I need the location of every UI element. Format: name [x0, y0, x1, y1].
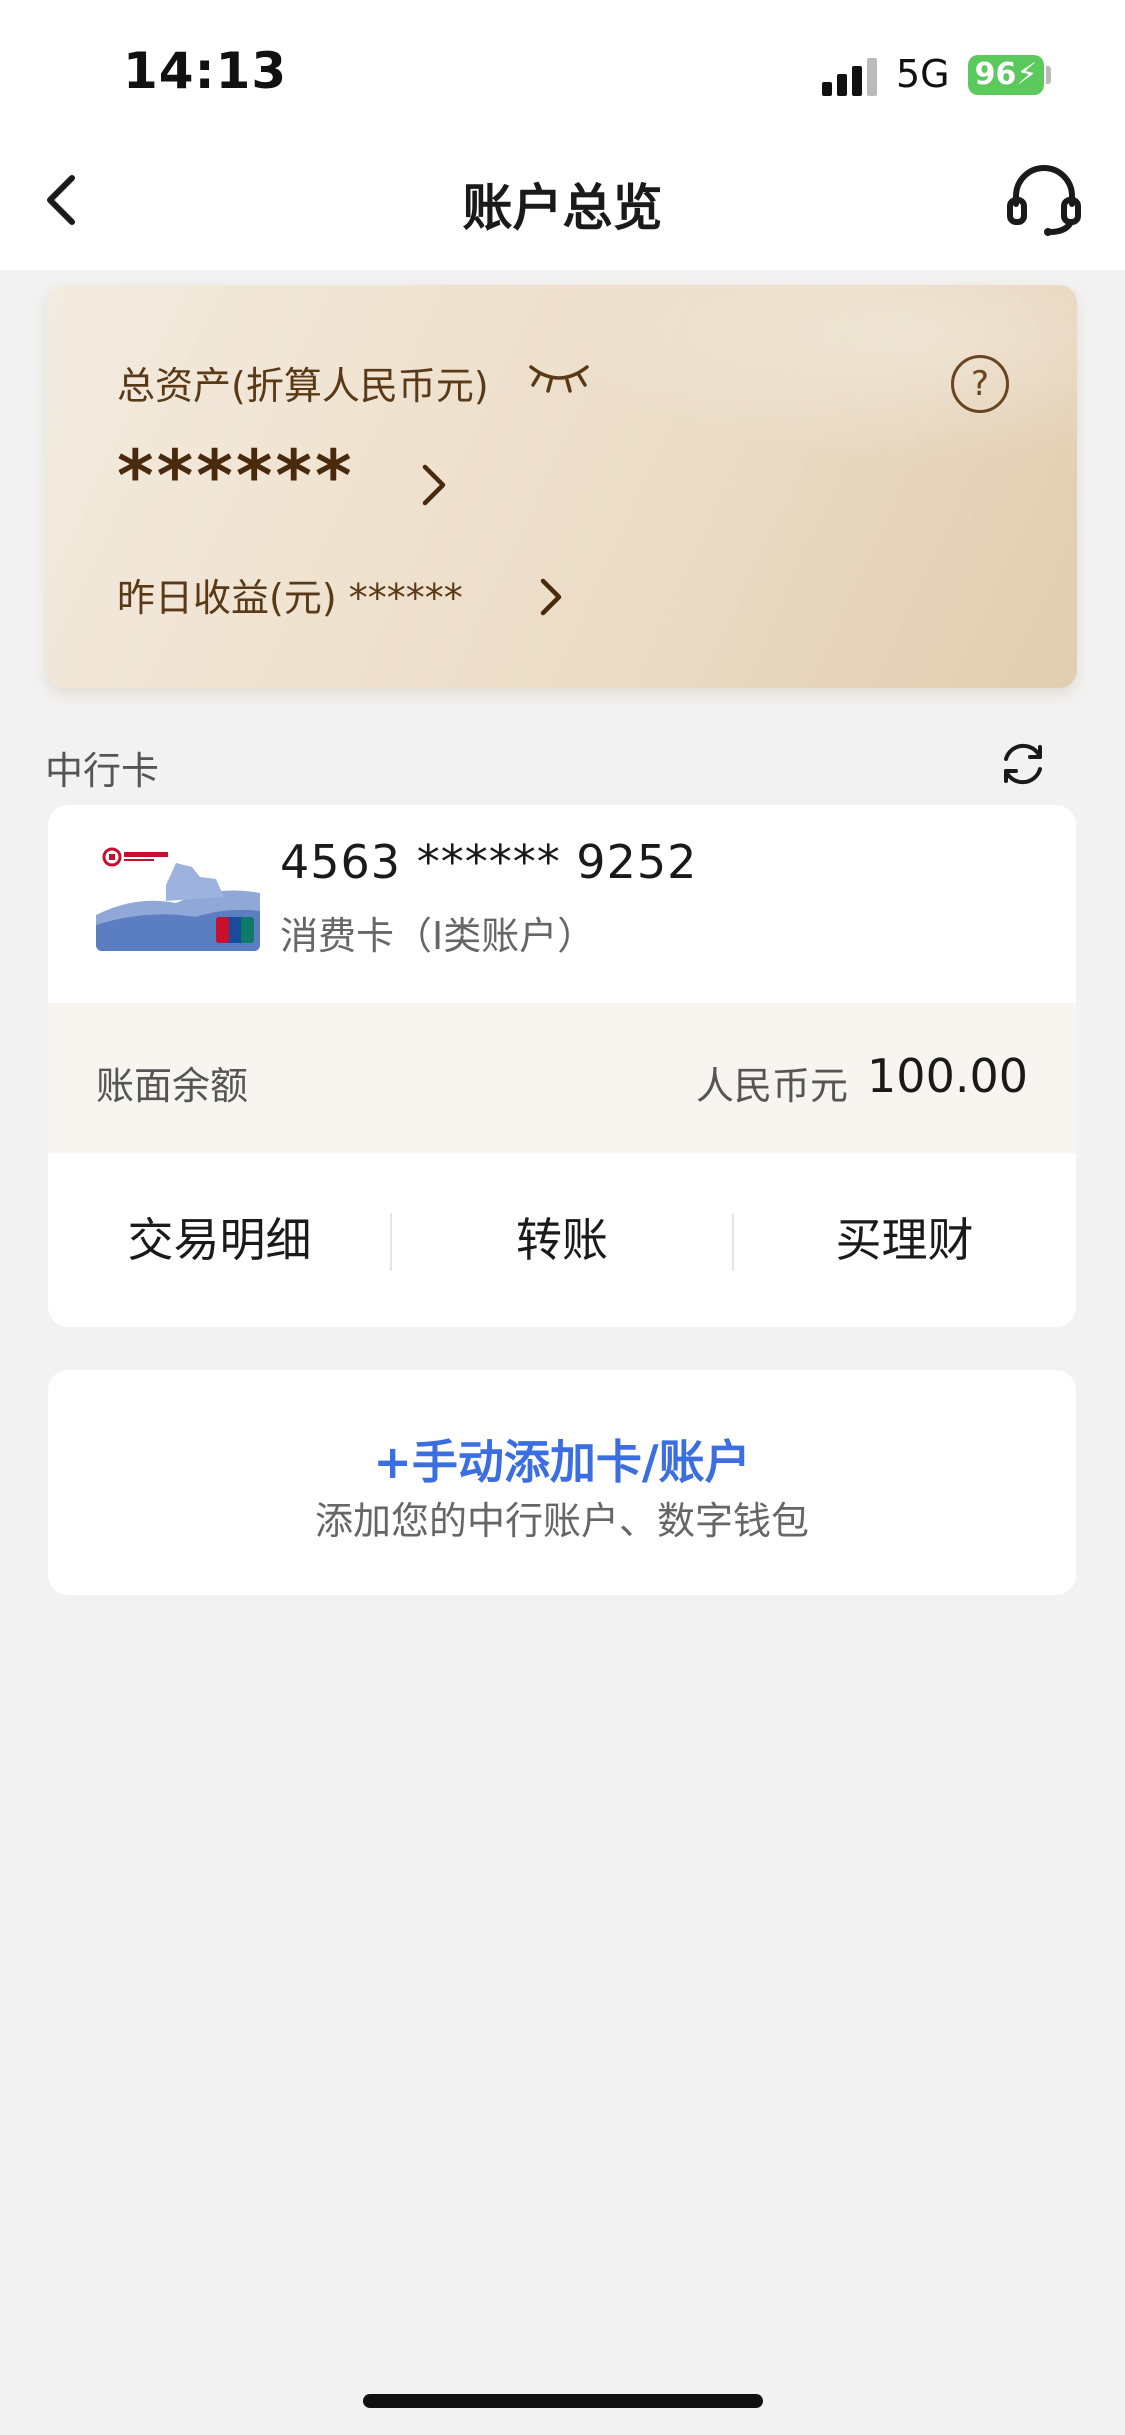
total-assets-label: 总资产(折算人民币元): [117, 364, 489, 408]
balance-label: 账面余额: [96, 1064, 249, 1108]
card-number: 4563 ****** 9252: [280, 835, 698, 889]
refresh-icon[interactable]: [996, 737, 1050, 791]
balance-currency: 人民币元: [696, 1064, 849, 1108]
card-type: 消费卡（I类账户）: [280, 914, 596, 958]
section-title-boc-cards: 中行卡: [45, 749, 160, 793]
yesterday-earnings-label: 昨日收益(元) ******: [117, 576, 463, 620]
network-type: 5G: [896, 52, 950, 96]
buy-wealth-management-button[interactable]: 买理财: [733, 1153, 1076, 1327]
status-time: 14:13: [123, 42, 288, 100]
home-indicator[interactable]: [363, 2394, 763, 2408]
add-card-title[interactable]: +手动添加卡/账户: [48, 1426, 1076, 1492]
battery-icon: 96⚡: [968, 55, 1044, 95]
total-assets-value: ******: [117, 435, 355, 517]
add-card-panel[interactable]: +手动添加卡/账户 添加您的中行账户、数字钱包: [48, 1370, 1076, 1595]
card-actions: 交易明细 转账 买理财: [48, 1153, 1076, 1327]
signal-icon: [822, 56, 878, 96]
chevron-right-icon[interactable]: [419, 461, 449, 509]
chevron-right-icon[interactable]: [537, 575, 565, 619]
help-icon[interactable]: ?: [951, 355, 1009, 413]
balance-amount: 100.00: [867, 1049, 1028, 1103]
add-card-subtitle: 添加您的中行账户、数字钱包: [314, 1499, 809, 1543]
total-assets-card[interactable]: 总资产(折算人民币元) ? ****** 昨日收益(元) ******: [47, 285, 1077, 688]
page-title: 账户总览: [462, 179, 663, 237]
bank-card-image[interactable]: [96, 845, 260, 951]
headset-icon[interactable]: [1006, 162, 1082, 238]
battery-level: 96: [974, 57, 1017, 92]
balance-row: 账面余额 人民币元 100.00: [48, 1003, 1076, 1153]
battery-nub: [1046, 66, 1051, 84]
transfer-button[interactable]: 转账: [391, 1153, 733, 1327]
transaction-details-button[interactable]: 交易明细: [48, 1153, 391, 1327]
bank-card-panel: 4563 ****** 9252 消费卡（I类账户） 账面余额 人民币元 100…: [48, 805, 1076, 1327]
eye-closed-icon[interactable]: [527, 359, 591, 393]
